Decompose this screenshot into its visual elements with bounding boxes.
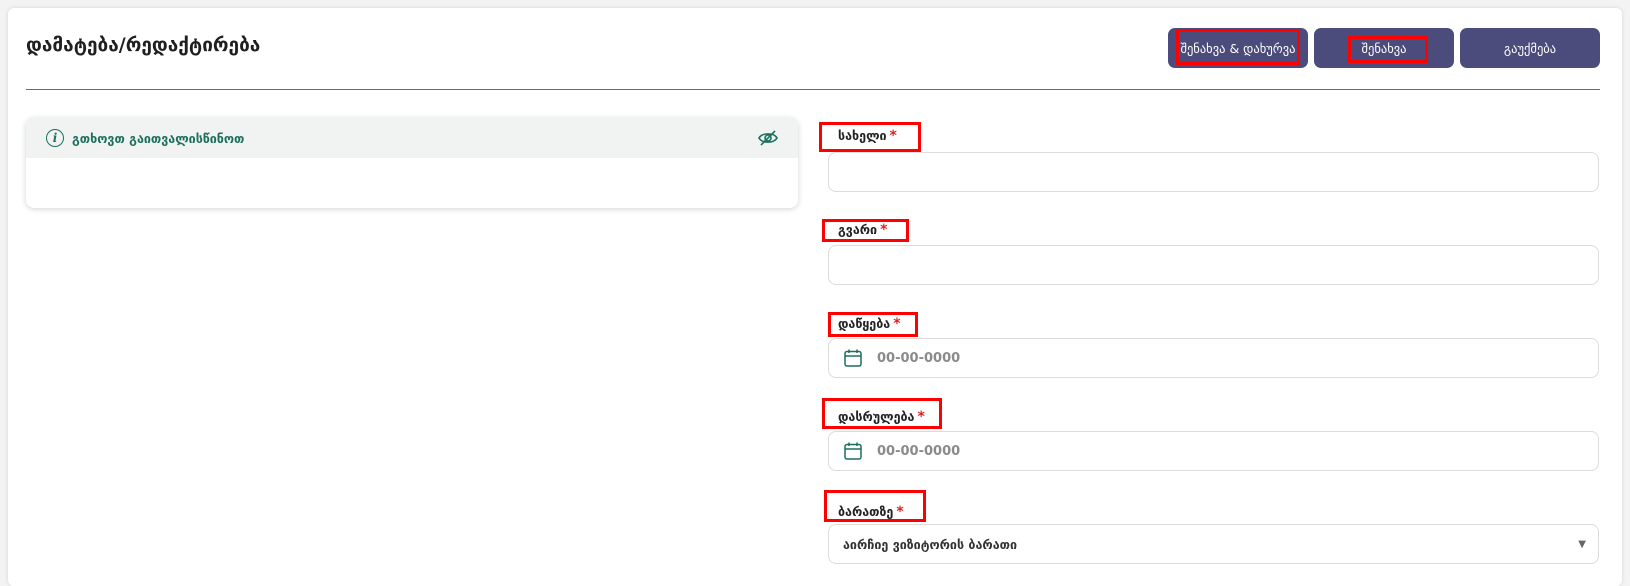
end-label: დასრულება * [838, 409, 925, 425]
surname-input[interactable] [829, 246, 1598, 284]
calendar-icon[interactable] [843, 348, 863, 368]
name-label-text: სახელი [838, 128, 887, 143]
required-mark: * [893, 316, 901, 332]
cancel-button[interactable]: გაუქმება [1460, 28, 1600, 68]
card-label-text: ბარათზე [838, 504, 894, 519]
name-label: სახელი * [838, 128, 897, 144]
main-card [8, 8, 1622, 586]
info-panel-header: i გთხოვთ გაითვალისწინოთ [26, 118, 798, 158]
required-mark: * [880, 222, 888, 238]
required-mark: * [917, 409, 925, 425]
visitor-card-select-value: აირჩიე ვიზიტორის ბარათი [843, 536, 1018, 552]
required-mark: * [889, 128, 897, 144]
end-label-text: დასრულება [838, 409, 915, 424]
page-title: დამატება/რედაქტირება [26, 34, 261, 56]
name-input[interactable] [829, 153, 1598, 191]
surname-label-text: გვარი [838, 222, 878, 237]
visitor-card-select[interactable]: აირჩიე ვიზიტორის ბარათი ▼ [828, 524, 1599, 564]
chevron-down-icon: ▼ [1578, 538, 1586, 550]
name-field-wrapper [828, 152, 1599, 192]
eye-off-icon[interactable] [758, 129, 778, 147]
header-divider [26, 89, 1600, 90]
start-date-field-wrapper [828, 338, 1599, 378]
required-mark: * [896, 504, 904, 520]
start-date-input[interactable] [863, 339, 1598, 377]
start-label-text: დაწყება [838, 316, 891, 331]
surname-label: გვარი * [838, 222, 887, 238]
card-label: ბარათზე * [838, 504, 904, 520]
calendar-icon[interactable] [843, 441, 863, 461]
save-button[interactable]: შენახვა [1314, 28, 1454, 68]
info-panel: i გთხოვთ გაითვალისწინოთ [26, 118, 798, 208]
end-date-field-wrapper [828, 431, 1599, 471]
info-panel-title: გთხოვთ გაითვალისწინოთ [72, 130, 245, 146]
end-date-input[interactable] [863, 432, 1598, 470]
info-icon: i [46, 129, 64, 147]
save-and-close-button[interactable]: შენახვა & დახურვა [1168, 28, 1308, 68]
start-label: დაწყება * [838, 316, 901, 332]
surname-field-wrapper [828, 245, 1599, 285]
